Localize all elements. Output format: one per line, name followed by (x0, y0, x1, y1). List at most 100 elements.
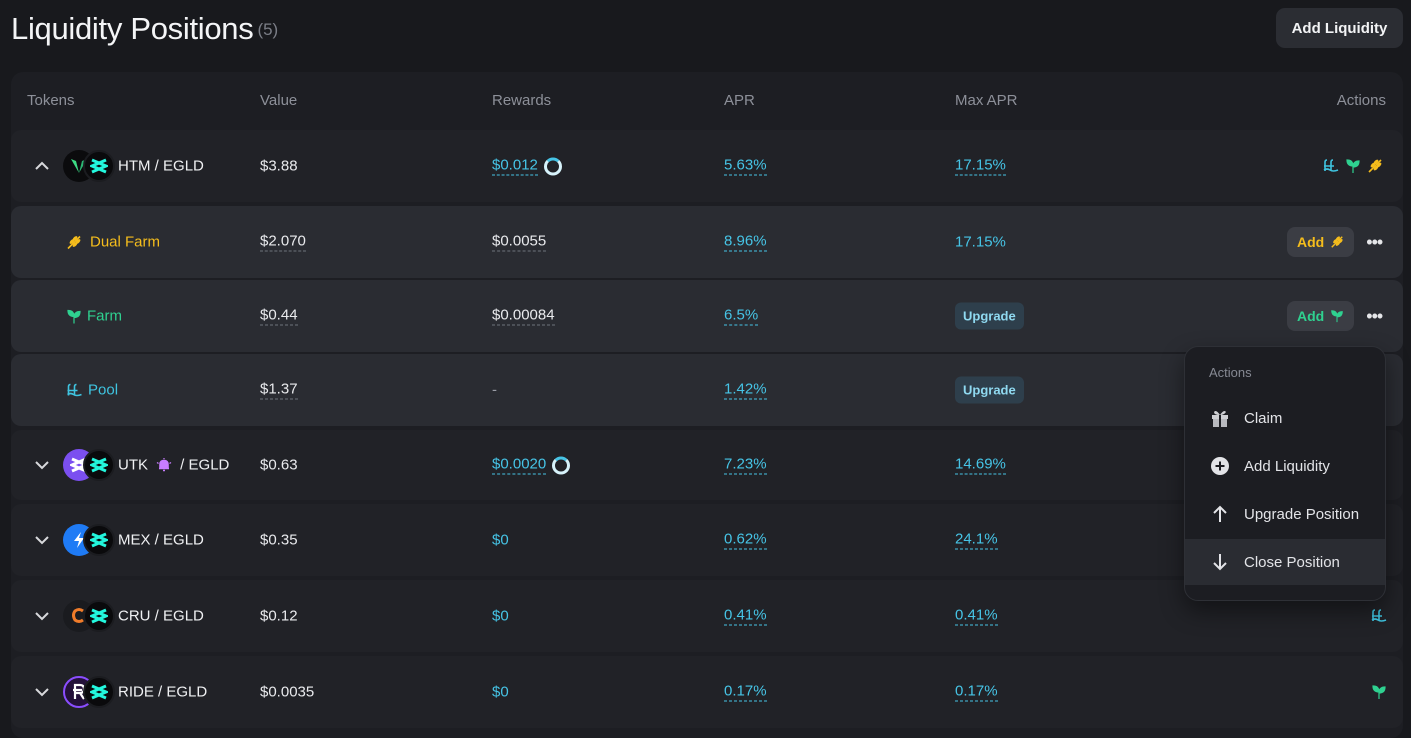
position-apr[interactable]: 0.62% (724, 531, 767, 550)
actions-menu: Actions Claim Add Liquidity Upgrade Posi… (1184, 346, 1386, 601)
arrow-down-icon (1209, 551, 1231, 573)
egld-token-icon (83, 524, 115, 556)
add-dual-farm-button[interactable]: Add (1287, 227, 1355, 257)
pool-label: Pool (66, 382, 118, 399)
liquidity-page: Liquidity Positions (5) Add Liquidity To… (0, 0, 1411, 738)
position-value: $3.88 (260, 157, 298, 175)
token-pair: RIDE / EGLD (118, 683, 208, 701)
position-rewards[interactable]: $0.012 (492, 157, 562, 176)
add-farm-button[interactable]: Add (1287, 301, 1355, 331)
pool-icon (1371, 609, 1387, 622)
farm-label: Farm (66, 308, 122, 325)
position-max-apr[interactable]: 0.17% (955, 683, 998, 702)
position-max-apr: 17.15% (955, 233, 1006, 251)
egld-token-icon (83, 600, 115, 632)
token-pair: UTK / EGLD (118, 456, 230, 474)
token-pair-icons (63, 524, 115, 556)
farm-sprout-icon (1372, 685, 1386, 699)
position-value: $0.12 (260, 607, 298, 625)
more-options-icon[interactable]: ••• (1364, 306, 1384, 326)
row-actions: Add ••• (1287, 301, 1384, 331)
menu-title: Actions (1209, 365, 1252, 380)
farm-sprout-icon (67, 309, 81, 323)
menu-item-close-position[interactable]: Close Position (1185, 539, 1385, 585)
gift-icon (1209, 407, 1231, 429)
upgrade-badge[interactable]: Upgrade (955, 302, 1024, 330)
pool-icon (67, 383, 82, 396)
menu-item-add-liquidity[interactable]: Add Liquidity (1185, 443, 1385, 489)
table-row[interactable]: RIDE / EGLD $0.0035 $0 0.17% 0.17% (11, 656, 1403, 728)
col-actions: Actions (1336, 92, 1386, 109)
upgrade-badge[interactable]: Upgrade (955, 376, 1024, 404)
position-type-icons (1371, 609, 1387, 623)
row-actions: Add ••• (1287, 227, 1384, 257)
arrow-up-icon (1209, 503, 1231, 525)
position-type-icons (1371, 684, 1387, 700)
alert-bell-icon (156, 457, 172, 471)
add-liquidity-button[interactable]: Add Liquidity (1276, 8, 1403, 48)
position-value: $0.0035 (260, 683, 315, 701)
pool-icon (1323, 159, 1339, 172)
position-max-apr[interactable]: 24.1% (955, 531, 998, 550)
position-max-apr[interactable]: 17.15% (955, 157, 1006, 176)
plus-circle-icon (1209, 455, 1231, 477)
farm-sprout-icon (1346, 159, 1360, 173)
chevron-up-icon[interactable] (33, 157, 51, 175)
token-pair-icons (63, 676, 115, 708)
position-apr[interactable]: 5.63% (724, 157, 767, 176)
col-apr: APR (724, 92, 755, 109)
col-max-apr: Max APR (955, 92, 1018, 109)
sub-row-farm[interactable]: Farm $0.44 $0.00084 6.5% Upgrade Add ••• (11, 280, 1403, 352)
position-value: $0.63 (260, 456, 298, 474)
position-apr[interactable]: 1.42% (724, 381, 767, 400)
dual-farm-label: Dual Farm (66, 234, 160, 251)
page-header: Liquidity Positions (5) Add Liquidity (11, 8, 1403, 50)
position-rewards: $0 (492, 531, 509, 549)
page-title: Liquidity Positions (11, 11, 254, 46)
position-apr[interactable]: 7.23% (724, 456, 767, 475)
token-pair-icons (63, 150, 115, 182)
position-rewards[interactable]: $0.0020 (492, 456, 571, 475)
token-pair-icons (63, 449, 115, 481)
farm-sprout-icon (1331, 310, 1343, 323)
dual-farm-wheat-icon (1331, 236, 1343, 248)
egld-token-icon (83, 150, 115, 182)
menu-item-claim[interactable]: Claim (1185, 395, 1385, 441)
position-apr[interactable]: 6.5% (724, 307, 759, 326)
token-pair-icons (63, 600, 115, 632)
position-apr[interactable]: 0.41% (724, 607, 767, 626)
position-value: $0.35 (260, 531, 298, 549)
position-type-icons (1323, 158, 1383, 174)
position-apr[interactable]: 8.96% (724, 233, 767, 252)
chevron-down-icon[interactable] (33, 531, 51, 549)
col-tokens: Tokens (27, 92, 75, 109)
token-pair: MEX / EGLD (118, 531, 204, 549)
position-max-apr[interactable]: 14.69% (955, 456, 1006, 475)
chevron-down-icon[interactable] (33, 683, 51, 701)
token-pair: CRU / EGLD (118, 607, 204, 625)
chevron-down-icon[interactable] (33, 607, 51, 625)
position-apr[interactable]: 0.17% (724, 683, 767, 702)
menu-item-upgrade-position[interactable]: Upgrade Position (1185, 491, 1385, 537)
position-value: $2.070 (260, 232, 306, 252)
table-row[interactable]: HTM / EGLD $3.88 $0.012 5.63% 17.15% (11, 130, 1403, 202)
position-rewards: $0.0055 (492, 232, 547, 252)
sub-row-dual-farm[interactable]: Dual Farm $2.070 $0.0055 8.96% 17.15% Ad… (11, 206, 1403, 278)
position-rewards: $0 (492, 607, 509, 625)
egld-token-icon (83, 449, 115, 481)
position-rewards: - (492, 381, 497, 399)
egld-token-icon (83, 676, 115, 708)
table-header: Tokens Value Rewards APR Max APR Actions (11, 72, 1403, 128)
more-options-icon[interactable]: ••• (1364, 232, 1384, 252)
position-value: $0.44 (260, 306, 298, 326)
token-pair: HTM / EGLD (118, 157, 204, 175)
dual-farm-wheat-icon (1368, 159, 1382, 173)
position-rewards: $0.00084 (492, 306, 555, 326)
col-rewards: Rewards (492, 92, 552, 109)
position-rewards: $0 (492, 683, 509, 701)
loading-spinner-icon (543, 157, 562, 175)
chevron-down-icon[interactable] (33, 456, 51, 474)
dual-farm-wheat-icon (67, 235, 81, 249)
position-max-apr[interactable]: 0.41% (955, 607, 998, 626)
position-count: (5) (257, 20, 279, 39)
